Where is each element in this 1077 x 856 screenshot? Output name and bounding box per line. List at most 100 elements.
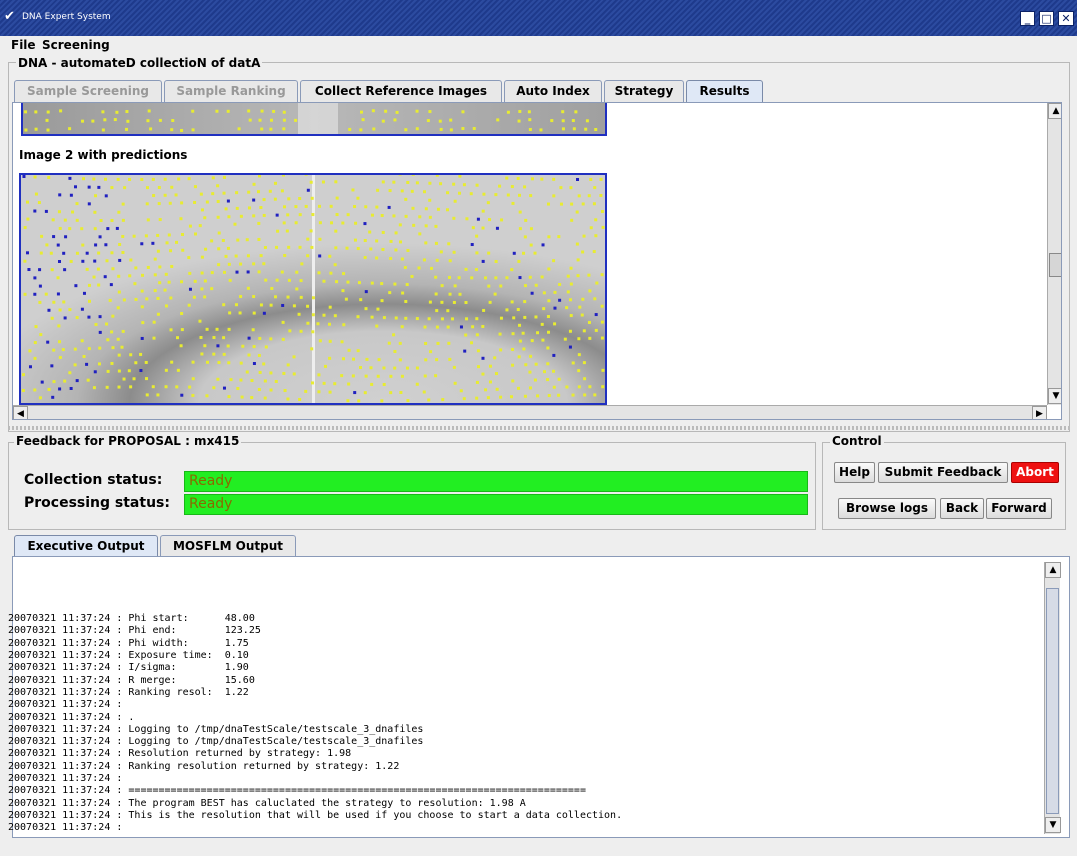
scroll-thumb[interactable]	[1049, 253, 1061, 277]
scroll-up-icon[interactable]: ▲	[1048, 103, 1061, 119]
diffraction-spot	[552, 259, 556, 263]
log-vertical-scrollbar[interactable]: ▲ ▼	[1044, 562, 1061, 834]
split-pane-divider[interactable]	[8, 426, 1070, 430]
diffraction-spot	[495, 226, 499, 230]
tab-sample-ranking[interactable]: Sample Ranking	[164, 80, 298, 102]
diffraction-spot	[75, 316, 79, 320]
tab-strategy[interactable]: Strategy	[604, 80, 684, 102]
submit-feedback-button[interactable]: Submit Feedback	[878, 462, 1008, 483]
diffraction-spot	[157, 202, 161, 206]
diffraction-spot	[151, 177, 155, 181]
diffraction-spot	[417, 266, 421, 270]
tab-collect-reference-images[interactable]: Collect Reference Images	[300, 80, 502, 102]
diffraction-spot	[111, 314, 115, 318]
diffraction-spot	[247, 206, 251, 210]
diffraction-spot	[309, 229, 313, 233]
menu-file[interactable]: File	[11, 38, 36, 52]
diffraction-spot	[484, 276, 488, 280]
diffraction-spot	[163, 288, 167, 292]
tab-mosflm-output[interactable]: MOSFLM Output	[160, 535, 296, 557]
diffraction-spot	[63, 379, 67, 383]
scroll-down-icon[interactable]: ▼	[1048, 388, 1061, 404]
back-button[interactable]: Back	[940, 498, 984, 519]
diffraction-spot	[140, 177, 144, 181]
diffraction-spot	[187, 303, 191, 307]
diffraction-spot	[128, 177, 132, 181]
diffraction-spot	[481, 356, 485, 360]
scroll-left-icon[interactable]: ◀	[13, 406, 28, 419]
diffraction-spot	[269, 118, 273, 122]
diffraction-spot	[51, 395, 55, 399]
diffraction-spot	[518, 227, 522, 231]
forward-button[interactable]: Forward	[986, 498, 1052, 519]
image-panel-vertical-scrollbar[interactable]: ▲ ▼	[1047, 103, 1061, 405]
diffraction-spot	[193, 185, 197, 189]
diffraction-spot	[58, 259, 62, 263]
diffraction-spot	[141, 273, 145, 277]
diffraction-spot	[512, 251, 516, 255]
diffraction-spot	[216, 200, 220, 204]
diffraction-spot	[38, 284, 42, 288]
diffraction-spot	[398, 341, 402, 345]
diffraction-spot	[140, 305, 144, 309]
diffraction-spot	[187, 177, 191, 181]
diffraction-spot	[85, 251, 89, 255]
diffraction-spot	[569, 186, 573, 190]
scroll-right-icon[interactable]: ▶	[1032, 406, 1047, 419]
executive-output-log[interactable]: 20070321 11:37:24 : Phi start: 48.00 2007…	[8, 564, 1030, 834]
diffraction-spot	[344, 297, 348, 301]
diffraction-spot	[158, 118, 162, 122]
diffraction-spot	[370, 382, 374, 386]
log-scroll-down-icon[interactable]: ▼	[1045, 817, 1061, 833]
diffraction-spot	[481, 372, 485, 376]
diffraction-spot	[87, 185, 91, 189]
tab-sample-screening[interactable]: Sample Screening	[14, 80, 162, 102]
diffraction-spot	[105, 385, 109, 389]
diffraction-spot	[335, 196, 339, 200]
diffraction-spot	[103, 275, 107, 279]
diffraction-spot	[392, 214, 396, 218]
browse-logs-button[interactable]: Browse logs	[838, 498, 936, 519]
diffraction-spot	[342, 323, 346, 327]
diffraction-spot	[577, 194, 581, 198]
tab-executive-output[interactable]: Executive Output	[14, 535, 158, 557]
image-panel-horizontal-scrollbar[interactable]: ◀ ▶	[13, 405, 1047, 419]
diffraction-spot	[356, 196, 360, 200]
diffraction-spot	[427, 398, 431, 402]
tab-auto-index[interactable]: Auto Index	[504, 80, 602, 102]
diffraction-spot	[99, 218, 103, 222]
diffraction-spot	[33, 356, 37, 360]
diffraction-spot	[368, 230, 372, 234]
diffraction-spot	[428, 198, 432, 202]
minimize-icon[interactable]: _	[1020, 11, 1035, 26]
maximize-icon[interactable]: □	[1039, 11, 1054, 26]
diffraction-spot	[247, 109, 251, 113]
diffraction-spot	[575, 242, 579, 246]
diffraction-spot	[252, 198, 256, 202]
diffraction-spot	[553, 306, 557, 310]
app-menu-icon[interactable]: ✔	[4, 10, 18, 24]
diffraction-spot	[559, 186, 563, 190]
diffraction-spot	[418, 215, 422, 219]
diffraction-spot	[481, 209, 485, 213]
close-icon[interactable]: ✕	[1058, 11, 1074, 26]
diffraction-spot	[476, 217, 480, 221]
diffraction-spot	[582, 234, 586, 238]
diffraction-spot	[75, 379, 79, 383]
diffraction-spot	[493, 292, 497, 296]
diffraction-spot	[28, 365, 32, 369]
log-scroll-thumb[interactable]	[1046, 588, 1059, 814]
diffraction-spot	[404, 299, 408, 303]
log-scroll-up-icon[interactable]: ▲	[1045, 562, 1061, 578]
diffraction-spot	[517, 119, 521, 123]
diffraction-spot	[571, 361, 575, 365]
diffraction-spot	[318, 221, 322, 225]
diffraction-spot	[134, 361, 138, 365]
log-line: 20070321 11:37:24 : Logging to /tmp/dnaT…	[8, 723, 424, 735]
menu-screening[interactable]: Screening	[42, 38, 110, 52]
tab-results[interactable]: Results	[686, 80, 763, 103]
abort-button[interactable]: Abort	[1011, 462, 1059, 483]
diffraction-spot	[306, 304, 310, 308]
diffraction-spot	[237, 127, 241, 131]
help-button[interactable]: Help	[834, 462, 875, 483]
